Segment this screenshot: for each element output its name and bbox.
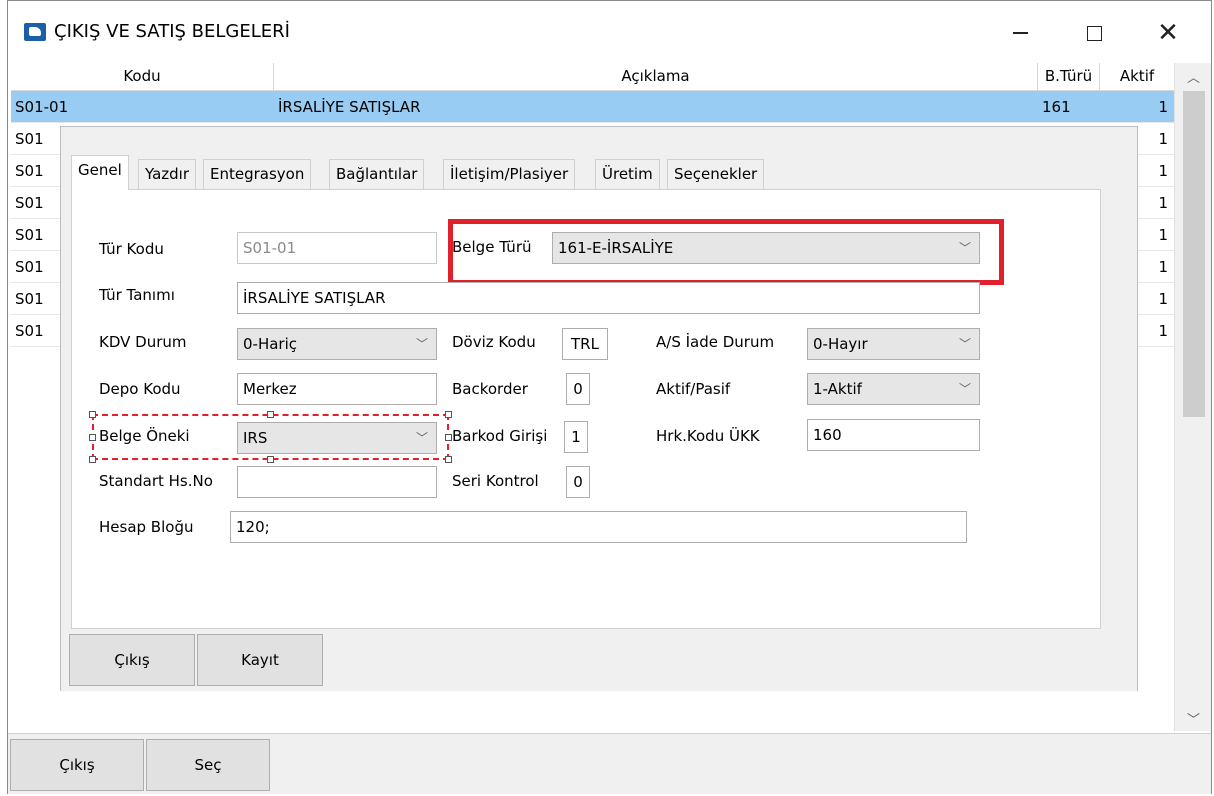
hesap-blogu-field[interactable]: 120;: [230, 511, 967, 543]
aktif-pasif-value: 1-Aktif: [813, 380, 862, 398]
tab-page-genel: Tür Kodu S01-01 Belge Türü 161-E-İRSALİY…: [71, 189, 1101, 629]
column-header-aciklama[interactable]: Açıklama: [274, 63, 1038, 91]
chevron-down-icon[interactable]: ﹀: [1175, 705, 1212, 731]
as-iade-durum-label: A/S İade Durum: [656, 333, 775, 351]
tab-iletisim-plasiyer[interactable]: İletişim/Plasiyer: [443, 159, 576, 189]
as-iade-durum-select[interactable]: 0-Hayır ﹀: [807, 328, 980, 360]
depo-kodu-label: Depo Kodu: [99, 380, 181, 398]
dialog-save-button[interactable]: Kayıt: [197, 634, 323, 686]
column-header-aktif[interactable]: Aktif: [1100, 63, 1174, 91]
highlight-box: [448, 219, 1004, 285]
barkod-girisi-label: Barkod Girişi: [452, 427, 548, 445]
column-header-kodu[interactable]: Kodu: [11, 63, 274, 91]
aktif-pasif-select[interactable]: 1-Aktif ﹀: [807, 373, 980, 405]
tur-tanimi-label: Tür Tanımı: [99, 286, 175, 304]
close-button[interactable]: ✕: [1146, 11, 1190, 55]
resize-handle[interactable]: [445, 411, 452, 418]
window-title: ÇIKIŞ VE SATIŞ BELGELERİ: [54, 21, 290, 42]
aktif-pasif-label: Aktif/Pasif: [656, 380, 731, 398]
doviz-kodu-label: Döviz Kodu: [452, 333, 536, 351]
resize-handle[interactable]: [445, 456, 452, 463]
tab-genel[interactable]: Genel: [71, 155, 129, 190]
kdv-durum-select[interactable]: 0-Hariç ﹀: [237, 328, 437, 360]
seri-kontrol-field[interactable]: 0: [566, 466, 590, 498]
scrollbar-thumb[interactable]: [1183, 91, 1205, 417]
barkod-girisi-field[interactable]: 1: [564, 421, 588, 453]
hrk-kodu-ukk-label: Hrk.Kodu ÜKK: [656, 427, 760, 445]
tab-uretim[interactable]: Üretim: [595, 159, 660, 189]
tab-baglantilar[interactable]: Bağlantılar: [329, 159, 425, 189]
seri-kontrol-label: Seri Kontrol: [452, 472, 539, 490]
resize-handle[interactable]: [89, 456, 96, 463]
standart-hs-no-field[interactable]: [237, 466, 437, 498]
doviz-kodu-field[interactable]: TRL: [562, 328, 608, 360]
cell-aciklama: İRSALİYE SATIŞLAR: [278, 98, 421, 116]
cell-aktif: 1: [1158, 98, 1168, 116]
cell-kodu: S01-01: [15, 98, 69, 116]
tur-kodu-label: Tür Kodu: [99, 240, 164, 258]
bottom-button-bar: Çıkış Seç: [8, 733, 1211, 794]
as-iade-durum-value: 0-Hayır: [813, 335, 868, 353]
main-window: ÇIKIŞ VE SATIŞ BELGELERİ ✕ Kodu Açıklama…: [7, 0, 1212, 794]
tab-secenekler[interactable]: Seçenekler: [667, 159, 765, 189]
dialog-exit-button[interactable]: Çıkış: [69, 634, 195, 686]
chevron-down-icon: ﹀: [415, 337, 428, 351]
cell-bturu: 161: [1042, 98, 1071, 116]
resize-handle[interactable]: [89, 434, 96, 441]
dialog-button-bar: Çıkış Kayıt: [61, 629, 1137, 691]
grid-scrollbar[interactable]: ︿ ﹀: [1174, 63, 1211, 731]
table-row[interactable]: S01-01 İRSALİYE SATIŞLAR 161 1: [11, 91, 1174, 123]
kdv-durum-value: 0-Hariç: [243, 335, 298, 353]
kdv-durum-label: KDV Durum: [99, 333, 187, 351]
resize-handle[interactable]: [267, 411, 274, 418]
depo-kodu-field[interactable]: Merkez: [237, 373, 437, 405]
document-type-dialog: Genel Yazdır Entegrasyon Bağlantılar İle…: [60, 126, 1138, 691]
title-bar: ÇIKIŞ VE SATIŞ BELGELERİ ✕: [8, 1, 1211, 63]
chevron-down-icon: ﹀: [958, 382, 971, 396]
minimize-button[interactable]: [998, 11, 1042, 55]
select-button[interactable]: Seç: [146, 739, 270, 791]
chevron-down-icon: ﹀: [958, 337, 971, 351]
resize-handle[interactable]: [445, 434, 452, 441]
backorder-field[interactable]: 0: [566, 373, 590, 405]
hrk-kodu-ukk-field[interactable]: 160: [807, 419, 980, 451]
maximize-icon: [1086, 25, 1102, 41]
resize-handle[interactable]: [89, 411, 96, 418]
tur-tanimi-field[interactable]: İRSALİYE SATIŞLAR: [237, 282, 980, 314]
selection-box: [92, 414, 449, 460]
minimize-icon: [1012, 32, 1028, 34]
backorder-label: Backorder: [452, 380, 528, 398]
tab-entegrasyon[interactable]: Entegrasyon: [203, 159, 312, 189]
tab-yazdir[interactable]: Yazdır: [138, 159, 197, 189]
close-icon: ✕: [1157, 18, 1179, 48]
chevron-up-icon[interactable]: ︿: [1175, 63, 1212, 89]
app-icon: [24, 23, 46, 41]
resize-handle[interactable]: [267, 456, 274, 463]
grid-header: Kodu Açıklama B.Türü Aktif: [11, 63, 1174, 91]
column-header-bturu[interactable]: B.Türü: [1038, 63, 1100, 91]
exit-button[interactable]: Çıkış: [10, 739, 144, 791]
hesap-blogu-label: Hesap Bloğu: [99, 518, 194, 536]
tur-kodu-field[interactable]: S01-01: [237, 232, 437, 264]
standart-hs-no-label: Standart Hs.No: [99, 472, 213, 490]
maximize-button[interactable]: [1072, 11, 1116, 55]
